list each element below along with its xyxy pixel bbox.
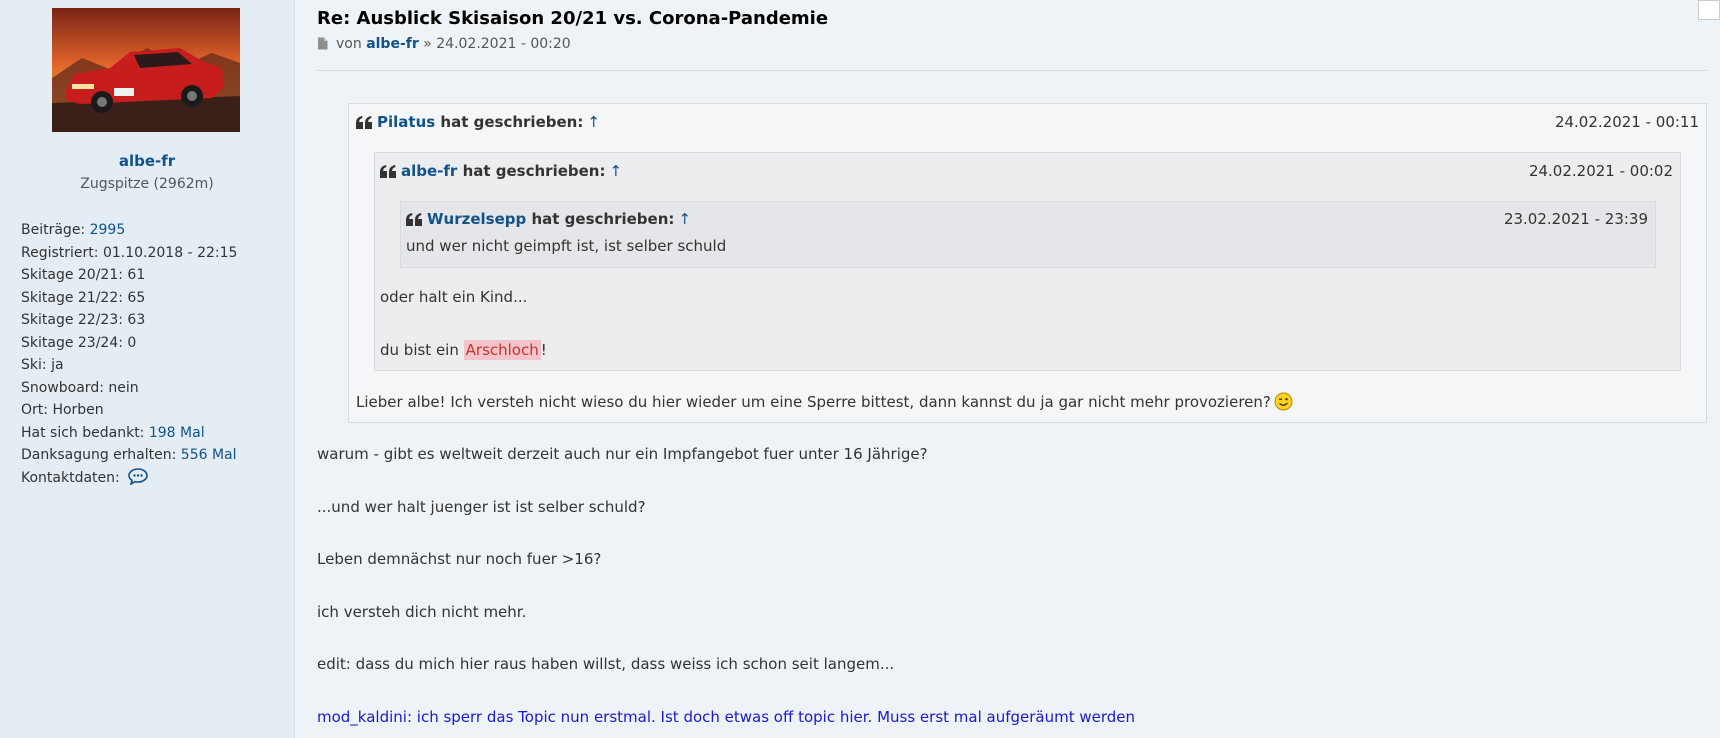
quote-date: 23.02.2021 - 23:39: [1503, 210, 1648, 228]
post-divider: [317, 70, 1707, 71]
post-meta: von albe-fr » 24.02.2021 - 00:20: [317, 36, 571, 54]
quote-icon: [406, 212, 422, 230]
post-paragraph: ...und wer halt juenger ist ist selber s…: [317, 498, 646, 516]
profile-field-location: Ort: Horben: [21, 402, 104, 418]
posts-count-link[interactable]: 2995: [90, 222, 126, 238]
post-profile: albe-fr Zugspitze (2962m) Beiträge: 2995…: [0, 0, 295, 738]
moderator-note: mod_kaldini: ich sperr das Topic nun ers…: [317, 708, 1136, 726]
post-paragraph: Leben demnächst nur noch fuer >16?: [317, 550, 602, 568]
thanks-given-link[interactable]: 198 Mal: [149, 425, 205, 441]
profile-field-skidays-2021: Skitage 20/21: 61: [21, 267, 146, 283]
profile-field-skidays-2324: Skitage 23/24: 0: [21, 334, 137, 351]
profile-field-ski: Ski: ja: [21, 357, 64, 373]
quote-header: Wurzelsepp hat geschrieben: ↑: [406, 210, 691, 230]
profile-rank: Zugspitze (2962m): [80, 176, 214, 192]
quote-text: und wer nicht geimpft ist, ist selber sc…: [406, 237, 727, 255]
quote-author-link[interactable]: Wurzelsepp: [427, 210, 526, 228]
quote-text: oder halt ein Kind...: [380, 288, 528, 306]
quote-wurzelsepp: Wurzelsepp hat geschrieben: ↑ 23.02.2021 …: [400, 201, 1656, 268]
profile-field-registered: Registriert: 01.10.2018 - 22:15: [21, 244, 238, 261]
profile-field-posts: Beiträge: 2995: [21, 222, 126, 238]
quote-text: Lieber albe! Ich versteh nicht wieso du …: [356, 392, 1293, 415]
quote-date: 24.02.2021 - 00:11: [1554, 113, 1699, 131]
post-paragraph: edit: dass du mich hier raus haben wills…: [317, 655, 895, 673]
quote-author-link[interactable]: Pilatus: [377, 113, 435, 131]
profile-fields: Beiträge: 2995 Registriert: 01.10.2018 -…: [21, 219, 237, 492]
post-title[interactable]: Re: Ausblick Skisaison 20/21 vs. Corona-…: [317, 8, 828, 29]
chat-bubble-icon[interactable]: [128, 467, 149, 493]
quote-date: 24.02.2021 - 00:02: [1528, 162, 1673, 180]
post-author-link[interactable]: albe-fr: [366, 36, 419, 52]
post-date: 24.02.2021 - 00:20: [436, 36, 571, 52]
quote-author-link[interactable]: albe-fr: [401, 162, 457, 180]
profile-field-thanks-given: Hat sich bedankt: 198 Mal: [21, 424, 205, 441]
quote-jump-arrow[interactable]: ↑: [678, 210, 691, 228]
avatar[interactable]: [52, 8, 240, 132]
quote-jump-arrow[interactable]: ↑: [587, 113, 600, 131]
quote-header: Pilatus hat geschrieben: ↑: [356, 113, 600, 133]
scrollbar-thumb[interactable]: [1698, 0, 1720, 20]
quote-pilatus: Pilatus hat geschrieben: ↑ 24.02.2021 - 0…: [348, 103, 1707, 423]
quote-icon: [356, 115, 372, 133]
post-paragraph: ich versteh dich nicht mehr.: [317, 603, 527, 621]
profile-username[interactable]: albe-fr: [0, 152, 294, 170]
file-icon[interactable]: [317, 37, 328, 54]
profile-field-thanks-received: Danksagung erhalten: 556 Mal: [21, 447, 237, 463]
profile-field-skidays-2122: Skitage 21/22: 65: [21, 289, 146, 306]
profile-field-skidays-2223: Skitage 22/23: 63: [21, 312, 146, 328]
profile-field-contact: Kontaktdaten:: [21, 467, 237, 493]
profile-field-snowboard: Snowboard: nein: [21, 379, 139, 396]
quote-text: du bist ein Arschloch!: [380, 340, 547, 360]
censored-word: Arschloch: [463, 340, 541, 360]
post-paragraph: warum - gibt es weltweit derzeit auch nu…: [317, 445, 928, 463]
quote-header: albe-fr hat geschrieben: ↑: [380, 162, 622, 182]
quote-jump-arrow[interactable]: ↑: [609, 162, 622, 180]
wink-smiley-icon: [1274, 392, 1293, 415]
thanks-received-link[interactable]: 556 Mal: [181, 447, 237, 463]
quote-albe: albe-fr hat geschrieben: ↑ 24.02.2021 - 0…: [374, 152, 1681, 371]
quote-icon: [380, 164, 396, 182]
